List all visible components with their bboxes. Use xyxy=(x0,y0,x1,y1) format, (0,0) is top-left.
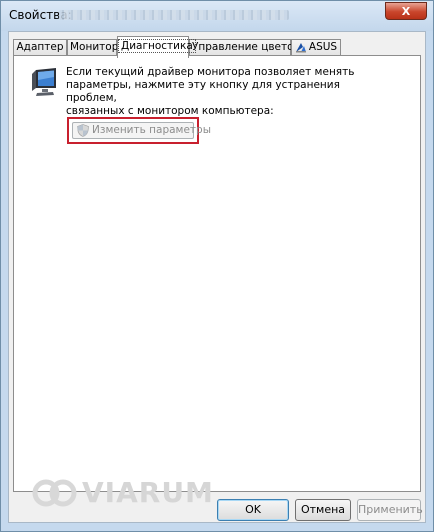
diagnostics-description: Если текущий драйвер монитора позволяет … xyxy=(66,66,355,117)
tab-monitor[interactable]: Монитор xyxy=(67,39,119,56)
tab-asus-label: ASUS xyxy=(308,41,338,53)
watermark-text: VIARUM xyxy=(82,476,214,509)
tab-adapter-label: Адаптер xyxy=(16,41,64,53)
asus-icon xyxy=(296,43,306,53)
tab-adapter[interactable]: Адаптер xyxy=(13,39,67,56)
monitor-icon xyxy=(32,68,56,96)
diagnostics-panel: Если текущий драйвер монитора позволяет … xyxy=(13,55,421,492)
cancel-button[interactable]: Отмена xyxy=(295,499,351,521)
close-icon: X xyxy=(401,5,411,18)
tab-diagnostics-label: Диагностика xyxy=(118,39,196,53)
properties-window: Свойства: X Адаптер Монитор Диагностика … xyxy=(0,0,434,532)
tab-diagnostics[interactable]: Диагностика xyxy=(117,36,196,58)
watermark: VIARUM xyxy=(32,474,232,514)
tab-color-management[interactable]: Управление цветом xyxy=(189,39,301,56)
tab-monitor-label: Монитор xyxy=(70,41,119,53)
highlight-frame: Изменить параметры xyxy=(67,117,211,144)
ok-button[interactable]: OK xyxy=(217,499,289,521)
tab-color-management-label: Управление цветом xyxy=(192,41,302,53)
watermark-logo xyxy=(32,479,77,507)
shield-icon xyxy=(77,124,89,137)
change-settings-button[interactable]: Изменить параметры xyxy=(72,122,211,139)
change-settings-label: Изменить параметры xyxy=(92,124,212,136)
apply-button[interactable]: Применить xyxy=(357,499,423,521)
dialog-client-area: Адаптер Монитор Диагностика Управление ц… xyxy=(8,31,426,523)
title-blurred-region xyxy=(59,10,289,20)
tab-asus[interactable]: ASUS xyxy=(291,39,341,56)
title-bar[interactable]: Свойства: X xyxy=(1,1,433,31)
close-button[interactable]: X xyxy=(385,2,427,20)
